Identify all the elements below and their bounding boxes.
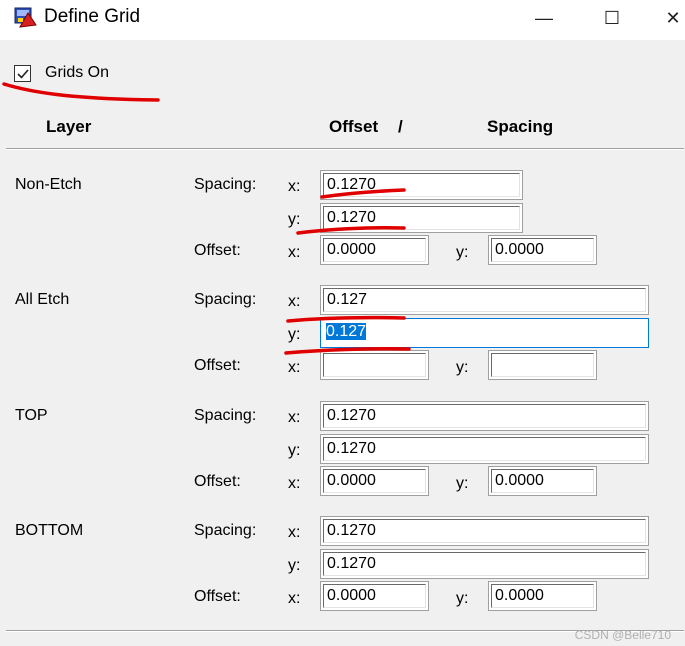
spacing-label: Spacing: [194,522,257,539]
x-label: x: [288,244,301,261]
app-icon [14,7,38,29]
spacing-x-field[interactable] [320,516,649,546]
x-label: x: [288,590,301,607]
offset-y-field[interactable] [488,581,597,611]
offset-y-field[interactable] [488,235,597,265]
layer-row-top: TOP Spacing: x: y: Offset: x: y: [0,401,685,523]
x-label: x: [288,178,301,195]
y-label: y: [456,359,469,376]
close-icon[interactable]: ✕ [660,4,685,32]
offset-y-input[interactable] [491,353,594,377]
spacing-label: Spacing: [194,176,257,193]
spacing-x-field[interactable] [320,401,649,431]
offset-x-input[interactable] [323,469,426,493]
layer-name: BOTTOM [15,522,84,539]
header-slash: / [398,117,403,136]
offset-x-field[interactable] [320,350,429,380]
spacing-y-input[interactable] [323,437,646,461]
layer-row-bottom: BOTTOM Spacing: x: y: Offset: x: y: [0,516,685,638]
minimize-icon[interactable]: — [524,4,564,32]
spacing-y-field[interactable] [320,549,649,579]
x-label: x: [288,293,301,310]
layer-row-all-etch: All Etch Spacing: x: y: 0.127 Offset: x:… [0,285,685,407]
spacing-x-input[interactable] [323,288,646,312]
spacing-y-field[interactable] [320,434,649,464]
spacing-label: Spacing: [194,407,257,424]
x-label: x: [288,524,301,541]
header-divider [6,148,684,150]
offset-y-input[interactable] [491,584,594,608]
spacing-label: Spacing: [194,291,257,308]
spacing-y-field[interactable] [320,203,523,233]
offset-y-input[interactable] [491,238,594,262]
x-label: x: [288,359,301,376]
offset-x-field[interactable] [320,466,429,496]
grids-on-checkbox[interactable] [14,64,31,82]
watermark: CSDN @Belle710 [574,628,671,642]
header-layer: Layer [46,117,92,136]
x-label: x: [288,475,301,492]
spacing-x-input[interactable] [323,404,646,428]
selected-text: 0.127 [326,323,367,340]
offset-x-input[interactable] [323,238,426,262]
spacing-y-input[interactable]: 0.127 [323,321,646,345]
dialog-body: Grids On Layer Offset / Spacing Non-Etch… [0,40,685,646]
spacing-x-input[interactable] [323,173,520,197]
grids-on-checkbox-row[interactable]: Grids On [14,64,109,82]
offset-x-input[interactable] [323,353,426,377]
offset-x-input[interactable] [323,584,426,608]
grids-on-label: Grids On [45,64,110,81]
window-title: Define Grid [44,6,141,27]
y-label: y: [456,244,469,261]
spacing-x-input[interactable] [323,519,646,543]
offset-y-field[interactable] [488,466,597,496]
spacing-y-field[interactable]: 0.127 [320,318,649,348]
spacing-y-input[interactable] [323,552,646,576]
spacing-y-input[interactable] [323,206,520,230]
offset-label: Offset: [194,473,241,490]
y-label: y: [456,590,469,607]
y-label: y: [288,211,301,228]
title-bar: Define Grid — ☐ ✕ [0,0,685,38]
check-icon [17,68,29,79]
layer-name: Non-Etch [15,176,82,193]
offset-label: Offset: [194,357,241,374]
spacing-x-field[interactable] [320,170,523,200]
y-label: y: [288,442,301,459]
y-label: y: [288,557,301,574]
layer-name: TOP [15,407,48,424]
header-spacing: Spacing [487,117,554,136]
layer-row-non-etch: Non-Etch Spacing: x: y: Offset: x: y: [0,170,685,292]
offset-y-input[interactable] [491,469,594,493]
spacing-x-field[interactable] [320,285,649,315]
y-label: y: [288,326,301,343]
offset-label: Offset: [194,588,241,605]
offset-y-field[interactable] [488,350,597,380]
layer-name: All Etch [15,291,70,308]
y-label: y: [456,475,469,492]
offset-label: Offset: [194,242,241,259]
offset-x-field[interactable] [320,581,429,611]
maximize-icon[interactable]: ☐ [592,4,632,32]
x-label: x: [288,409,301,426]
header-offset: Offset [329,117,379,136]
offset-x-field[interactable] [320,235,429,265]
